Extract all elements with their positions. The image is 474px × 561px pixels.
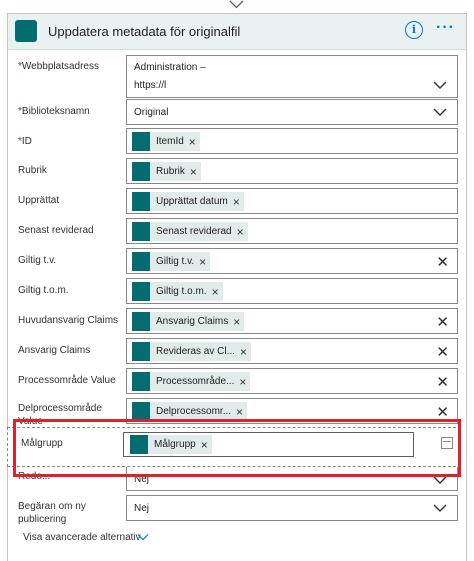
info-button[interactable]: i [405,21,423,39]
field-label-rubrik: Rubrik [18,165,47,176]
remove-token-icon[interactable]: × [190,165,197,179]
sharepoint-icon [132,342,150,361]
field-label-library: *Biblioteksnamn [18,106,90,117]
remove-token-icon[interactable]: × [239,375,246,389]
remove-token-icon[interactable]: × [236,405,243,419]
token-label: Ansvarig Claims [156,316,229,327]
library-name-dropdown[interactable]: Original [126,99,458,125]
rubrik-field[interactable]: Rubrik × [126,158,458,184]
remove-token-icon[interactable]: × [212,285,219,299]
sharepoint-icon [132,162,150,181]
sharepoint-icon [132,132,150,151]
dynamic-token[interactable]: Rubrik × [132,162,201,181]
library-name-value: Original [134,107,169,118]
sharepoint-icon [132,252,150,271]
id-field[interactable]: ItemId × [126,128,458,154]
dynamic-token[interactable]: Revideras av Cl... × [132,342,251,361]
token-label: Giltig t.o.m. [156,286,207,297]
sharepoint-icon [132,312,150,331]
huvudansvarig-claims-field[interactable]: Ansvarig Claims × ✕ [126,308,458,334]
senast-reviderad-field[interactable]: Senast reviderad × [126,218,458,244]
highlight-box [13,419,461,477]
clear-field-icon[interactable]: ✕ [436,343,449,361]
clear-field-icon[interactable]: ✕ [436,313,449,331]
site-address-dropdown[interactable]: Administration – https://l [126,55,458,98]
field-label-processomrade: Processområde Value [18,375,116,386]
remove-token-icon[interactable]: × [240,345,247,359]
token-label: Revideras av Cl... [156,346,235,357]
field-label-giltig-tv: Giltig t.v. [18,255,57,266]
token-label: Giltig t.v. [156,256,195,267]
token-label: Delprocessomr... [156,406,232,417]
field-label-ansvarig: Ansvarig Claims [18,345,91,356]
remove-token-icon[interactable]: × [237,225,244,239]
dynamic-token[interactable]: Ansvarig Claims × [132,312,245,331]
dynamic-token[interactable]: Giltig t.o.m. × [132,282,223,301]
more-options-button[interactable]: ··· [436,19,455,37]
field-label-senast: Senast reviderad [18,225,94,236]
dynamic-token[interactable]: Senast reviderad × [132,222,248,241]
token-label: ItemId [156,136,184,147]
sharepoint-icon [132,282,150,301]
dynamic-token[interactable]: Upprättat datum × [132,192,244,211]
token-label: Upprättat datum [156,196,228,207]
dynamic-token[interactable]: Giltig t.v. × [132,252,211,271]
chevron-down-icon[interactable] [137,533,149,541]
field-label-huvudansvarig: Huvudansvarig Claims [18,315,119,326]
remove-token-icon[interactable]: × [199,255,206,269]
remove-token-icon[interactable]: × [189,135,196,149]
token-label: Processområde... [156,376,235,387]
remove-token-icon[interactable]: × [233,195,240,209]
processomrade-field[interactable]: Processområde... × ✕ [126,368,458,394]
giltig-tv-field[interactable]: Giltig t.v. × ✕ [126,248,458,274]
chevron-down-icon[interactable] [433,107,447,117]
site-address-line1: Administration – [134,62,206,73]
sharepoint-icon [132,192,150,211]
action-card: Uppdatera metadata för originalfil i ···… [7,13,467,561]
chevron-down-icon[interactable] [433,80,447,90]
clear-field-icon[interactable]: ✕ [436,373,449,391]
action-title: Uppdatera metadata för originalfil [48,24,241,39]
site-address-line2: https://l [134,80,167,91]
token-label: Rubrik [156,166,185,177]
sharepoint-icon [132,222,150,241]
dynamic-token[interactable]: ItemId × [132,132,200,151]
field-label-giltig-tom: Giltig t.o.m. [18,285,69,296]
dynamic-token[interactable]: Processområde... × [132,372,251,391]
begaran-dropdown[interactable]: Nej [126,495,458,521]
upprattat-field[interactable]: Upprättat datum × [126,188,458,214]
field-label-site: *Webbplatsadress [18,61,99,72]
field-label-begaran: Begäran om ny publicering [18,501,86,525]
sharepoint-icon [15,20,37,42]
token-label: Senast reviderad [156,226,232,237]
flow-arrow-icon [229,0,244,9]
giltig-tom-field[interactable]: Giltig t.o.m. × [126,278,458,304]
clear-field-icon[interactable]: ✕ [436,253,449,271]
action-header[interactable]: Uppdatera metadata för originalfil i ··· [8,14,466,50]
field-label-id: *ID [18,136,32,147]
field-label-upprattat: Upprättat [18,195,60,206]
remove-token-icon[interactable]: × [233,315,240,329]
begaran-value: Nej [134,503,150,514]
sharepoint-icon [132,372,150,391]
chevron-down-icon[interactable] [433,503,447,513]
show-advanced-options-link[interactable]: Visa avancerade alternativ [23,532,141,543]
ansvarig-claims-field[interactable]: Revideras av Cl... × ✕ [126,338,458,364]
